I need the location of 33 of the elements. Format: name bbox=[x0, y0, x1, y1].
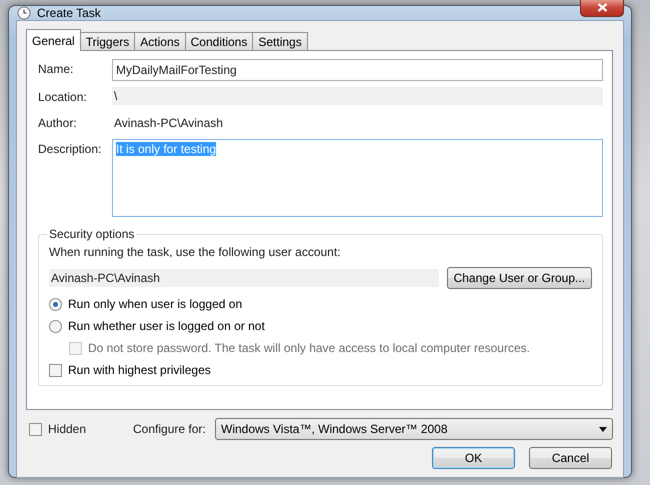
radio-button[interactable] bbox=[49, 320, 62, 332]
option-label: Run only when user is logged on bbox=[68, 297, 242, 311]
close-icon bbox=[596, 3, 608, 12]
configure-label: Configure for: bbox=[133, 422, 207, 436]
field-label: Description: bbox=[38, 141, 102, 158]
field-label: Location: bbox=[38, 89, 88, 106]
checkbox[interactable] bbox=[49, 364, 62, 376]
option-label: Do not store password. The task will only have access to local computer resources. bbox=[88, 341, 530, 355]
dialog-button[interactable]: OK bbox=[432, 447, 515, 469]
user-account-field: Avinash-PC\Avinash bbox=[49, 269, 439, 287]
tab[interactable]: Triggers bbox=[80, 32, 136, 51]
field-label: Name: bbox=[38, 61, 74, 78]
option-label: Hidden bbox=[48, 422, 86, 436]
window-title: Create Task bbox=[37, 6, 102, 20]
dialog-button[interactable]: Cancel bbox=[529, 447, 612, 469]
author-value: Avinash-PC\Avinash bbox=[113, 115, 224, 132]
change-user-button[interactable]: Change User or Group... bbox=[446, 267, 592, 289]
name-field[interactable]: MyDailyMailForTesting bbox=[112, 59, 603, 81]
tab[interactable]: General bbox=[26, 29, 81, 51]
option-label: Run whether user is logged on or not bbox=[68, 319, 265, 333]
group-title: Security options bbox=[48, 227, 136, 241]
tab[interactable]: Conditions bbox=[184, 32, 254, 51]
dropdown-arrow-icon bbox=[599, 426, 607, 432]
checkbox[interactable] bbox=[29, 422, 42, 436]
tab[interactable]: Actions bbox=[134, 32, 186, 51]
close-button[interactable] bbox=[580, 0, 624, 17]
tab[interactable]: Settings bbox=[252, 32, 308, 51]
account-prompt: When running the task, use the following user account: bbox=[49, 245, 342, 259]
configure-dropdown[interactable]: Windows Vista™, Windows Server™ 2008 bbox=[215, 418, 613, 440]
field-label: Author: bbox=[38, 115, 78, 132]
radio-button[interactable] bbox=[49, 298, 62, 310]
option-label: Run with highest privileges bbox=[68, 363, 211, 377]
location-field: \ bbox=[112, 87, 603, 105]
